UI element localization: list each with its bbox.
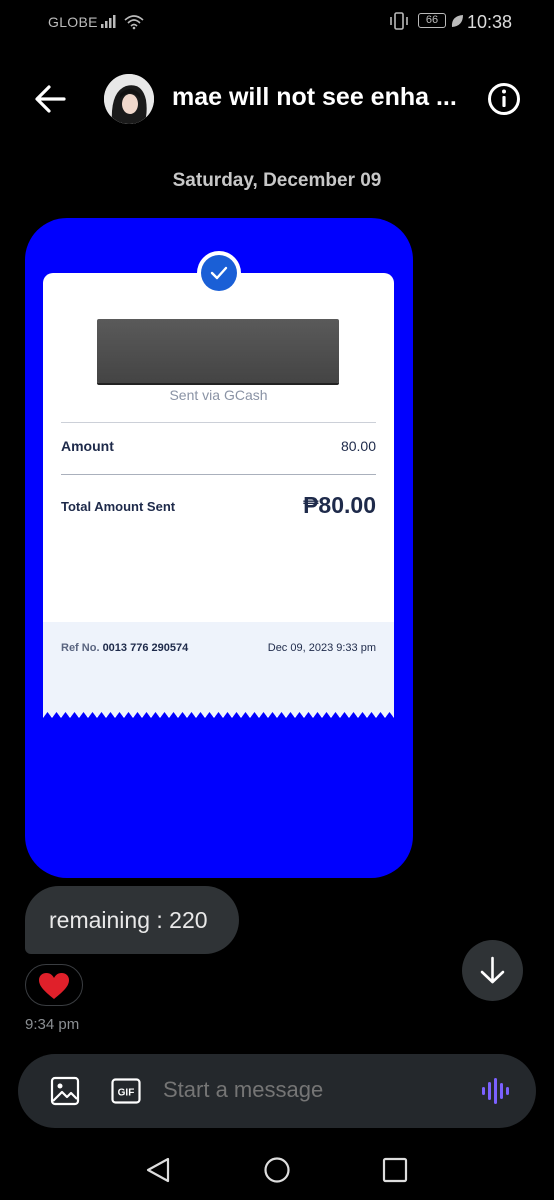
image-icon[interactable]	[50, 1076, 80, 1106]
date-divider: Saturday, December 09	[172, 170, 382, 191]
arrow-down-icon	[480, 956, 505, 984]
back-arrow-icon[interactable]	[34, 84, 66, 114]
amount-value: 80.00	[340, 438, 376, 454]
divider	[61, 422, 376, 423]
divider	[61, 474, 376, 475]
amount-label: Amount	[61, 438, 114, 454]
wifi-icon	[124, 15, 144, 30]
reference-number: Ref No. 0013 776 290574	[61, 642, 188, 654]
ref-label: Ref No.	[61, 642, 100, 654]
total-value: ₱80.00	[303, 492, 376, 518]
transaction-datetime: Dec 09, 2023 9:33 pm	[267, 642, 376, 654]
scroll-to-bottom-button[interactable]	[462, 940, 523, 1001]
total-label: Total Amount Sent	[61, 499, 176, 514]
receipt-torn-edge	[43, 712, 394, 724]
power-saving-leaf-icon	[451, 15, 463, 27]
avatar[interactable]	[104, 74, 154, 124]
ref-value: 0013 776 290574	[102, 642, 189, 654]
carrier-label: GLOBE	[48, 14, 98, 30]
status-bar: GLOBE 66 10:38	[0, 0, 554, 44]
message-input[interactable]	[163, 1077, 453, 1103]
message-timestamp: 9:34 pm	[25, 1016, 80, 1033]
battery-icon: 66	[418, 13, 446, 28]
nav-home-icon[interactable]	[263, 1156, 291, 1184]
message-text: remaining : 220	[49, 907, 208, 933]
svg-text:GIF: GIF	[118, 1088, 135, 1099]
status-time: 10:38	[467, 12, 513, 32]
sent-via-label: Sent via GCash	[169, 387, 268, 403]
check-icon	[201, 255, 237, 291]
vibrate-icon	[390, 12, 408, 30]
heart-icon	[39, 973, 69, 999]
redacted-recipient	[97, 319, 339, 383]
nav-back-icon[interactable]	[144, 1156, 172, 1184]
info-icon[interactable]	[487, 82, 521, 116]
gif-icon[interactable]: GIF	[111, 1078, 141, 1104]
receipt-footer	[43, 622, 394, 716]
avatar-image	[104, 74, 154, 124]
voice-message-icon[interactable]	[480, 1075, 512, 1107]
conversation-title[interactable]: mae will not see enha ...	[172, 83, 472, 112]
nav-recents-icon[interactable]	[382, 1157, 408, 1183]
signal-icon	[101, 15, 116, 28]
